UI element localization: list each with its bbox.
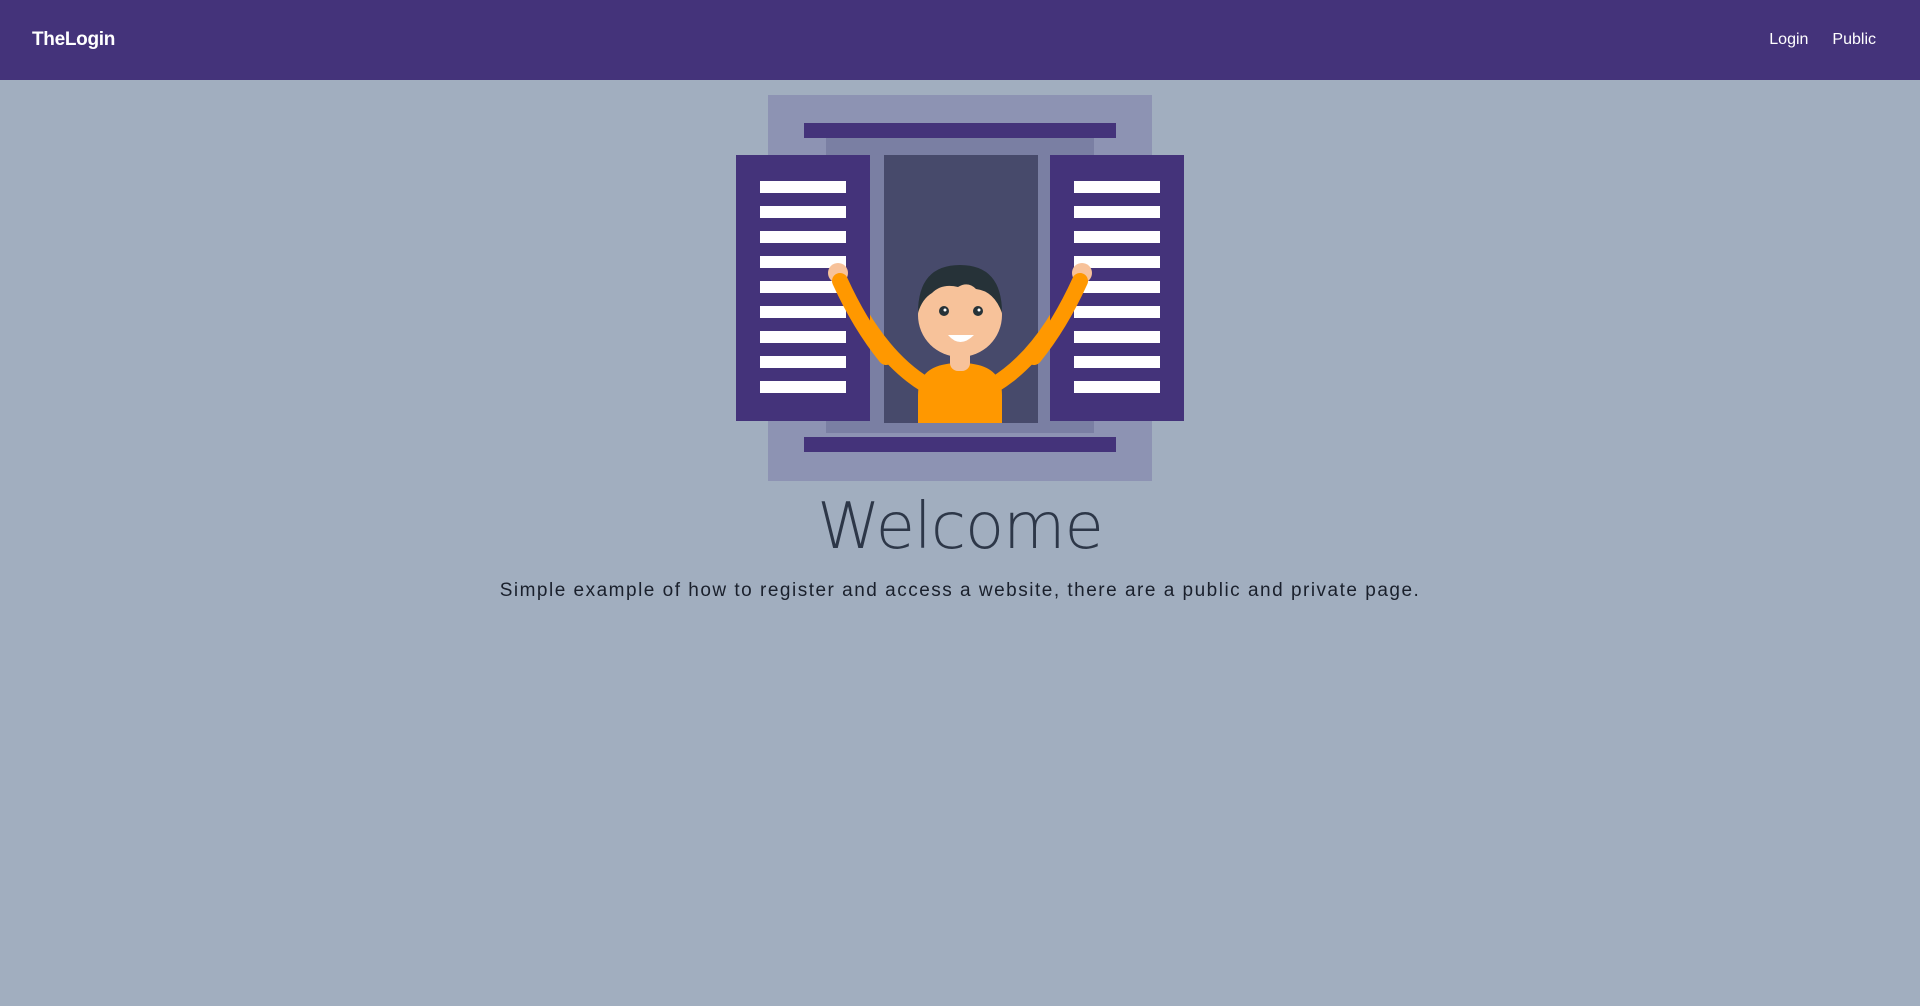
window-top-sill: [804, 123, 1116, 138]
person-waving-from-window-illustration: [736, 95, 1184, 481]
window-bottom-sill: [804, 437, 1116, 452]
welcome-title: Welcome: [817, 490, 1104, 564]
nav-link-public[interactable]: Public: [1832, 31, 1876, 49]
navbar: TheLogin Login Public: [0, 0, 1920, 80]
nav-links: Login Public: [1769, 31, 1876, 49]
brand-logo[interactable]: TheLogin: [32, 29, 115, 51]
nav-link-login[interactable]: Login: [1769, 31, 1808, 49]
welcome-subtitle: Simple example of how to register and ac…: [499, 580, 1421, 601]
